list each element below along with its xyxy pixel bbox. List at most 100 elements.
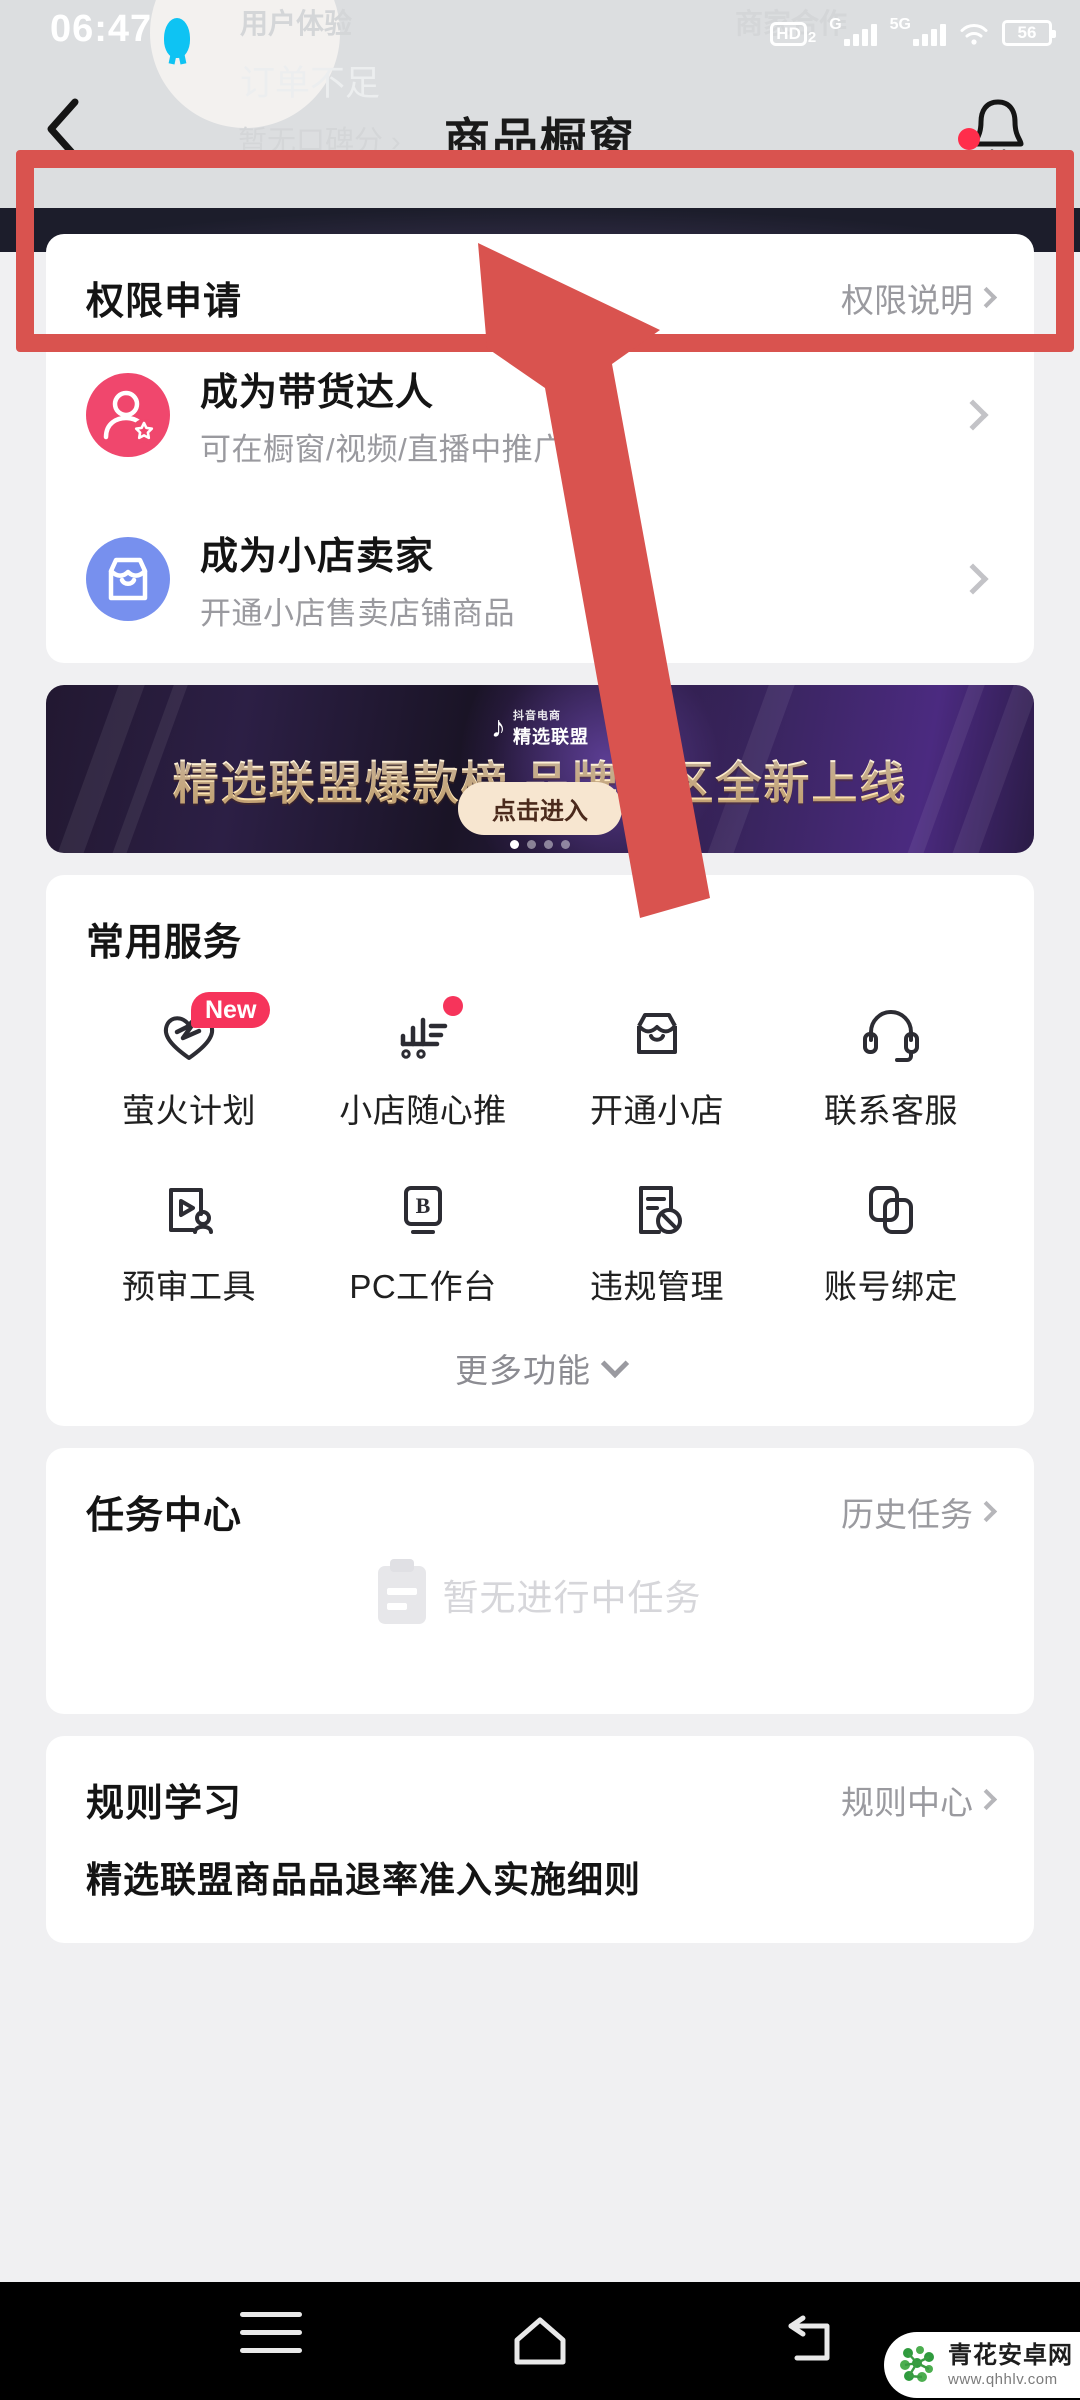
service-item-firefly[interactable]: New 萤火计划 <box>72 984 306 1142</box>
service-item-account-bind[interactable]: 账号绑定 <box>774 1160 1008 1318</box>
recent-apps-icon[interactable] <box>240 2312 310 2372</box>
new-badge: New <box>191 992 271 1028</box>
services-grid: New 萤火计划 小店随心推 开通小店 联系客服 预审工具 B PC工作台 违规… <box>46 976 1034 1318</box>
signal-icon: G <box>829 16 877 46</box>
signal-bars <box>843 24 877 46</box>
history-tasks-link[interactable]: 历史任务 <box>841 1488 998 1536</box>
permission-card-header: 权限申请 权限说明 <box>46 234 1034 335</box>
violation-doc-icon <box>621 1174 693 1246</box>
headset-support-icon <box>855 998 927 1070</box>
rules-center-link[interactable]: 规则中心 <box>841 1776 998 1824</box>
service-label: 预审工具 <box>122 1268 256 1305</box>
account-link-icon <box>855 1174 927 1246</box>
chevron-right-icon <box>975 1500 998 1523</box>
become-seller-name: 成为小店卖家 <box>200 536 435 578</box>
firefly-heart-icon: New <box>153 992 271 1070</box>
rules-center-label: 规则中心 <box>841 1783 973 1821</box>
service-item-support[interactable]: 联系客服 <box>774 984 1008 1142</box>
service-label: 萤火计划 <box>122 1092 256 1129</box>
rules-title: 规则学习 <box>86 1783 243 1825</box>
task-center-title: 任务中心 <box>86 1495 243 1537</box>
history-tasks-label: 历史任务 <box>841 1495 973 1533</box>
service-label: 联系客服 <box>824 1092 958 1129</box>
phone-screen: 用户体验 商家合作 订单不足 暂无口碑分 › 06:47 HD 2 G 5G 5… <box>0 0 1080 2400</box>
task-center-header: 任务中心 历史任务 <box>46 1448 1034 1549</box>
status-clock: 06:47 <box>50 8 153 50</box>
service-label: 账号绑定 <box>824 1268 958 1305</box>
service-label: PC工作台 <box>349 1268 497 1305</box>
service-item-pc-workbench[interactable]: B PC工作台 <box>306 1160 540 1318</box>
permission-explain-link[interactable]: 权限说明 <box>841 274 998 322</box>
banner-cta-button[interactable]: 点击进入 <box>458 782 622 835</box>
become-seller-row[interactable]: 成为小店卖家 开通小店售卖店铺商品 <box>46 499 1034 663</box>
page-content: 权限申请 权限说明 成为带货达人 可在橱窗/视频/直播中推广商品 成为小店卖家 … <box>0 234 1080 2400</box>
rules-card: 规则学习 规则中心 精选联盟商品品退率准入实施细则 <box>46 1736 1034 1943</box>
chevron-right-icon <box>957 563 989 595</box>
services-card-header: 常用服务 <box>46 875 1034 976</box>
more-functions-button[interactable]: 更多功能 <box>46 1318 1034 1426</box>
task-center-card: 任务中心 历史任务 暂无进行中任务 <box>46 1448 1034 1714</box>
services-title: 常用服务 <box>86 922 243 964</box>
chevron-right-icon <box>975 1788 998 1811</box>
hd-sub: 2 <box>807 29 817 46</box>
signal-5g-bars <box>913 24 946 46</box>
service-label: 违规管理 <box>590 1268 724 1305</box>
signal-5g-label: 5G <box>889 16 911 33</box>
promo-banner[interactable]: ♪ 抖音电商 精选联盟 精选联盟爆款榜 品牌专区全新上线 点击进入 <box>46 685 1034 853</box>
signal-5g-icon: 5G <box>890 16 946 46</box>
music-note-icon: ♪ <box>491 711 506 744</box>
services-card: 常用服务 New 萤火计划 小店随心推 开通小店 联系客服 预审工具 B PC工… <box>46 875 1034 1426</box>
qinghua-logo-icon <box>896 2343 940 2387</box>
app-header: 商品橱窗 <box>0 56 1080 208</box>
task-empty-text: 暂无进行中任务 <box>442 1577 702 1618</box>
site-watermark: 青花安卓网 www.qhhlv.com <box>884 2332 1080 2398</box>
banner-logo: ♪ 抖音电商 精选联盟 <box>491 707 589 749</box>
hd-voice-icon: HD 2 <box>770 22 816 46</box>
pc-workbench-icon: B <box>387 1174 459 1246</box>
service-item-violation[interactable]: 违规管理 <box>540 1160 774 1318</box>
notification-dot <box>443 996 463 1016</box>
system-back-icon[interactable] <box>775 2312 845 2372</box>
preview-tool-icon <box>153 1174 225 1246</box>
page-title: 商品橱窗 <box>444 114 636 166</box>
service-item-open-shop[interactable]: 开通小店 <box>540 984 774 1142</box>
permission-card: 权限申请 权限说明 成为带货达人 可在橱窗/视频/直播中推广商品 成为小店卖家 … <box>46 234 1034 663</box>
permission-explain-label: 权限说明 <box>841 281 973 319</box>
wifi-icon <box>959 22 989 46</box>
chevron-right-icon <box>957 399 989 431</box>
become-talent-name: 成为带货达人 <box>200 372 435 414</box>
become-talent-desc: 可在橱窗/视频/直播中推广商品 <box>200 432 628 467</box>
bell-icon[interactable] <box>958 94 1028 164</box>
rule-list-item[interactable]: 精选联盟商品品退率准入实施细则 <box>46 1837 1034 1943</box>
service-item-promote[interactable]: 小店随心推 <box>306 984 540 1142</box>
open-shop-icon <box>621 998 693 1070</box>
task-empty-state: 暂无进行中任务 <box>46 1559 1034 1624</box>
shop-store-icon <box>86 537 170 621</box>
chevron-down-icon <box>600 1349 630 1379</box>
rules-header: 规则学习 规则中心 <box>46 1736 1034 1837</box>
battery-level: 56 <box>1017 23 1037 42</box>
banner-dots <box>510 840 570 849</box>
svg-text:B: B <box>416 1193 431 1218</box>
promote-bars-icon <box>387 996 463 1070</box>
status-icons: HD 2 G 5G 56 <box>770 10 1056 46</box>
bell-badge-dot <box>958 128 980 150</box>
become-talent-row[interactable]: 成为带货达人 可在橱窗/视频/直播中推广商品 <box>46 335 1034 499</box>
service-label: 开通小店 <box>590 1092 724 1129</box>
permission-title: 权限申请 <box>86 281 243 323</box>
banner-logo-bottom: 精选联盟 <box>513 727 589 747</box>
more-functions-label: 更多功能 <box>455 1352 591 1389</box>
clipboard-empty-icon <box>378 1559 427 1624</box>
battery-icon: 56 <box>1002 20 1056 46</box>
become-seller-desc: 开通小店售卖店铺商品 <box>200 596 515 631</box>
chevron-right-icon <box>975 286 998 309</box>
signal-g-label: G <box>829 16 842 33</box>
talent-person-star-icon <box>86 373 170 457</box>
status-bar: 06:47 HD 2 G 5G 56 <box>0 0 1080 56</box>
become-seller-text: 成为小店卖家 开通小店售卖店铺商品 <box>200 525 962 633</box>
service-item-preview-tool[interactable]: 预审工具 <box>72 1160 306 1318</box>
service-label: 小店随心推 <box>339 1092 507 1129</box>
banner-logo-top: 抖音电商 <box>513 710 561 722</box>
hd-box: HD <box>770 22 807 46</box>
home-icon[interactable] <box>505 2312 575 2372</box>
